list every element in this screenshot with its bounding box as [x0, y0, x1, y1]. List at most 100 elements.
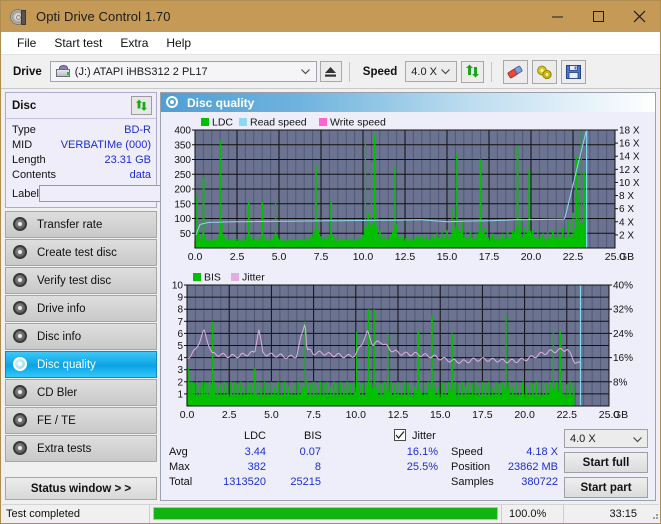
svg-text:250: 250 [174, 170, 191, 181]
svg-text:3: 3 [177, 365, 183, 376]
jitter-checkbox[interactable] [394, 429, 406, 441]
sidebar-item-label: Transfer rate [37, 218, 103, 231]
samples-value: 380722 [521, 476, 558, 488]
sidebar-item-transfer-rate[interactable]: Transfer rate [5, 211, 157, 238]
menu-help[interactable]: Help [157, 34, 200, 52]
main-content: Disc Type BD-R MID VERBATIMe (000) Lengt… [2, 90, 659, 503]
svg-text:7.5: 7.5 [306, 409, 321, 421]
menu-extra[interactable]: Extra [111, 34, 157, 52]
sidebar-item-label: Verify test disc [37, 274, 112, 287]
test-speed-select[interactable]: 4.0 X [564, 429, 648, 448]
disc-quality-icon [166, 96, 179, 109]
sidebar-item-verify-test-disc[interactable]: Verify test disc [5, 267, 157, 294]
menu-bar: File Start test Extra Help [1, 32, 660, 55]
disc-row-key: Length [12, 153, 46, 166]
svg-text:22.5: 22.5 [563, 251, 584, 263]
maximize-icon[interactable] [578, 1, 619, 32]
svg-text:5.0: 5.0 [264, 409, 279, 421]
save-button[interactable] [561, 59, 587, 84]
sidebar-item-disc-info[interactable]: Disc info [5, 323, 157, 350]
stats-row-label-max: Max [169, 461, 190, 473]
sidebar-item-label: Extra tests [37, 442, 92, 455]
disc-info-header: Disc [6, 93, 156, 119]
erase-button[interactable] [503, 59, 529, 84]
disc-test-icon [13, 217, 28, 232]
resize-grip-icon[interactable] [645, 505, 659, 523]
svg-text:Jitter: Jitter [242, 272, 265, 284]
start-full-button[interactable]: Start full [564, 452, 648, 473]
eject-icon [325, 66, 337, 77]
disc-test-icon [13, 245, 28, 260]
stats-row-label-total: Total [169, 476, 193, 488]
status-bar: Test completed 100.0% 33:15 [2, 504, 659, 523]
progress-fill [154, 508, 497, 519]
status-window-button[interactable]: Status window > > [5, 477, 157, 500]
title-bar: Opti Drive Control 1.70 [1, 1, 660, 32]
settings-button[interactable] [532, 59, 558, 84]
svg-text:40%: 40% [613, 281, 633, 292]
sidebar-item-disc-quality[interactable]: Disc quality [5, 351, 157, 378]
svg-text:10 X: 10 X [619, 178, 640, 189]
window-controls [537, 1, 660, 32]
svg-text:350: 350 [174, 140, 191, 151]
stats-total-ldc: 1313520 [223, 476, 266, 488]
minimize-icon[interactable] [537, 1, 578, 32]
jitter-max-value: 25.5% [406, 461, 438, 473]
eject-button[interactable] [319, 61, 342, 82]
stats-col-ldc: LDC [244, 430, 267, 442]
speed-select-value: 4.0 X [411, 65, 437, 78]
sidebar-item-extra-tests[interactable]: Extra tests [5, 435, 157, 462]
svg-text:16%: 16% [613, 353, 633, 364]
drive-label: Drive [13, 65, 42, 78]
sidebar-item-label: FE / TE [37, 414, 76, 427]
progress-track [153, 507, 498, 520]
stats-max-bis: 8 [314, 461, 321, 473]
disc-row-value: VERBATIMe (000) [60, 138, 151, 151]
sidebar-item-fe-te[interactable]: FE / TE [5, 407, 157, 434]
disc-label-key: Label [12, 187, 39, 200]
sidebar-item-drive-info[interactable]: Drive info [5, 295, 157, 322]
svg-text:2 X: 2 X [619, 230, 634, 241]
svg-text:150: 150 [174, 199, 191, 210]
chevron-down-icon [300, 62, 310, 81]
position-label: Position [451, 461, 491, 473]
disc-row-contents: Contents data [12, 167, 151, 182]
sidebar-item-label: Disc info [37, 330, 82, 343]
speed-readout-label: Speed [451, 446, 483, 458]
disc-refresh-button[interactable] [131, 96, 152, 115]
close-icon[interactable] [619, 1, 660, 32]
disc-test-icon [13, 413, 28, 428]
sidebar-item-cd-bler[interactable]: CD Bler [5, 379, 157, 406]
disc-info-box: Disc Type BD-R MID VERBATIMe (000) Lengt… [5, 92, 241, 208]
refresh-button[interactable] [461, 60, 485, 83]
svg-text:15.0: 15.0 [437, 251, 458, 263]
stats-avg-ldc: 3.44 [244, 446, 266, 458]
speed-label: Speed [362, 65, 398, 78]
stats-panel: LDC BIS Avg 3.44 0.07 Max 382 8 Total 13… [161, 427, 655, 500]
start-part-button[interactable]: Start part [564, 477, 648, 498]
drive-select[interactable]: (J:) ATAPI iHBS312 2 PL17 [49, 61, 317, 82]
sidebar-item-create-test-disc[interactable]: Create test disc [5, 239, 157, 266]
speed-select[interactable]: 4.0 X [405, 61, 458, 82]
svg-text:20.0: 20.0 [521, 251, 542, 263]
svg-text:12.5: 12.5 [388, 409, 409, 421]
menu-start-test[interactable]: Start test [45, 34, 111, 52]
svg-text:LDC: LDC [212, 117, 233, 129]
svg-text:12.5: 12.5 [395, 251, 416, 263]
progress-percent: 100.0% [501, 504, 563, 523]
svg-text:10.0: 10.0 [353, 251, 374, 263]
chart-ldc[interactable]: LDC Read speed Write speed 400 350 300 250 200 1… [161, 114, 655, 269]
drive-icon [55, 65, 71, 78]
status-message: Test completed [2, 504, 150, 523]
svg-text:8: 8 [177, 305, 183, 316]
disc-info-rows: Type BD-R MID VERBATIMe (000) Length 23.… [6, 119, 241, 207]
chart-bis-jitter[interactable]: BIS Jitter 10 9 8 7 6 5 4 3 2 1 40% 32% 24% 16% 8% 0.0 2.5… [161, 269, 655, 427]
disc-info-title: Disc [12, 99, 37, 112]
sidebar-item-label: Create test disc [37, 246, 117, 259]
svg-text:GB: GB [619, 251, 634, 263]
optical-disc-icon [10, 8, 28, 26]
menu-file[interactable]: File [8, 34, 45, 52]
svg-text:8%: 8% [613, 377, 628, 388]
svg-text:100: 100 [174, 214, 191, 225]
svg-text:Write speed: Write speed [330, 117, 386, 129]
